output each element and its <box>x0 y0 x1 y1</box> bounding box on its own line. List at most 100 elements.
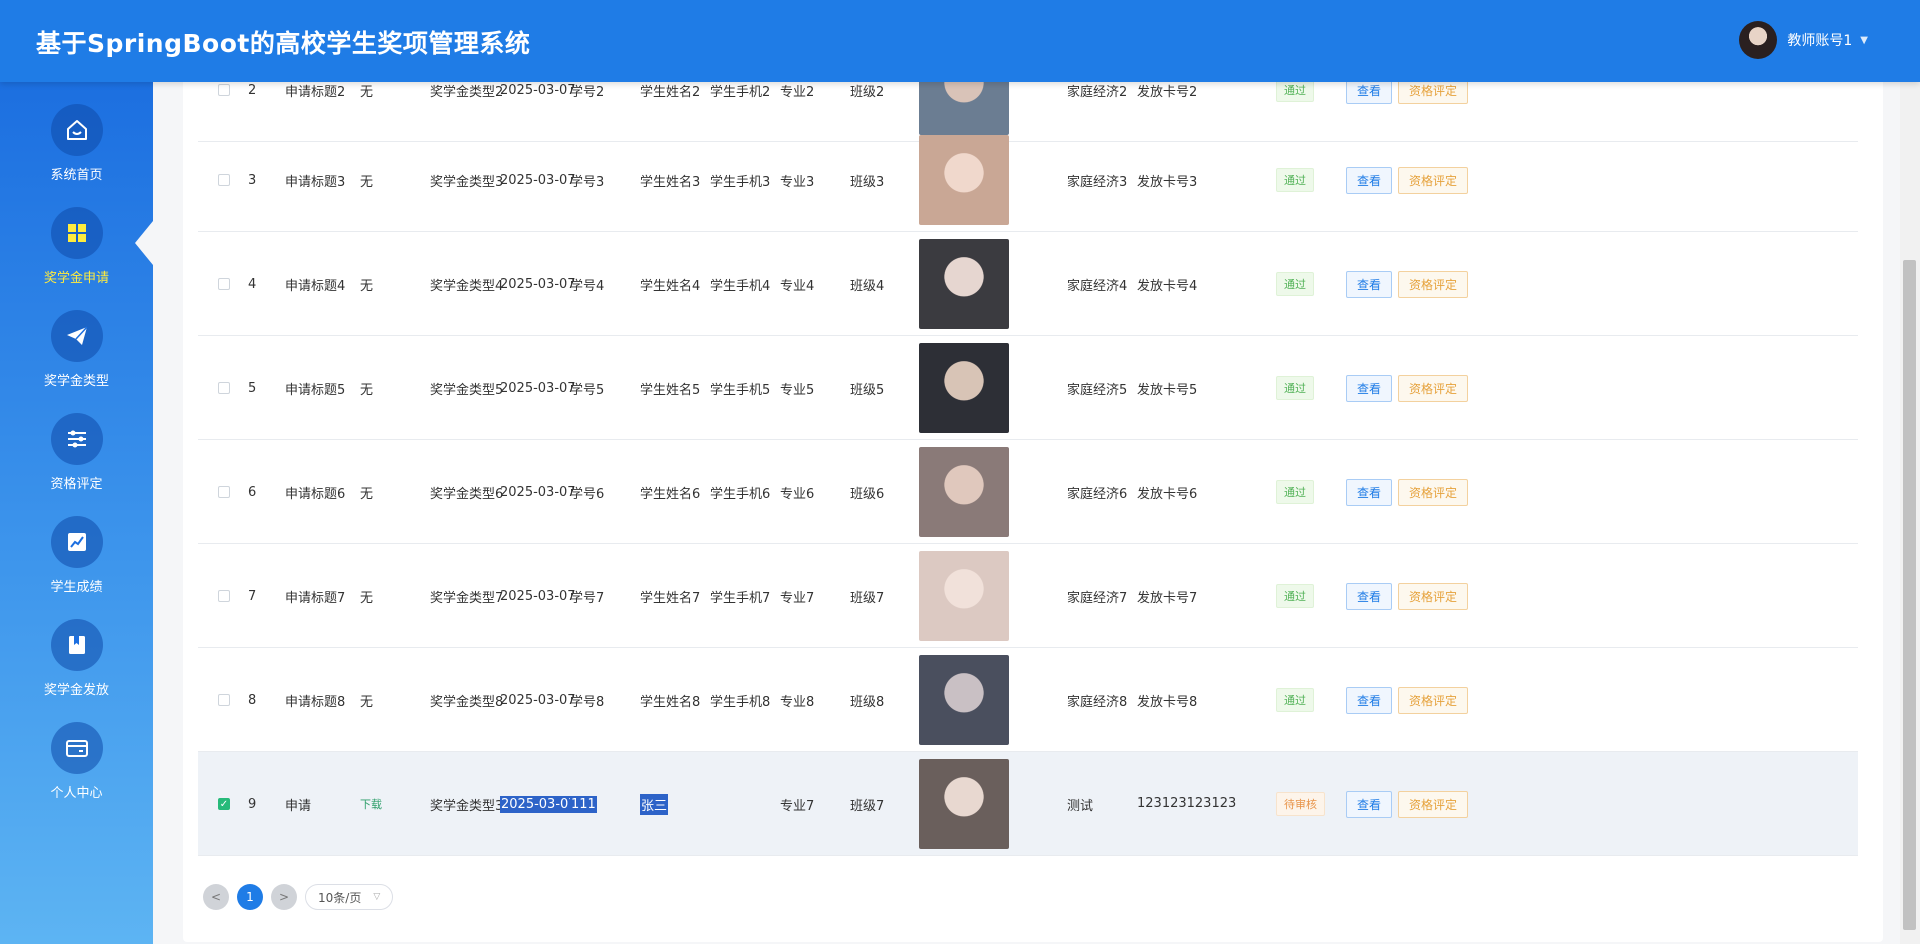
view-button[interactable]: 查看 <box>1346 82 1393 104</box>
name-text: 学生姓名7 <box>640 590 701 606</box>
view-button[interactable]: 查看 <box>1346 790 1393 818</box>
phone-cell: 学生手机4 <box>710 232 770 336</box>
phone-text: 学生手机2 <box>710 84 771 100</box>
status-badge: 通过 <box>1276 82 1314 102</box>
student-photo[interactable] <box>919 655 1009 745</box>
evaluate-button[interactable]: 资格评定 <box>1398 582 1469 610</box>
evaluate-button[interactable]: 资格评定 <box>1398 374 1469 402</box>
student-photo[interactable] <box>919 239 1009 329</box>
title-cell: 申请标题7 <box>285 544 345 648</box>
page-size-value: 10条/页 <box>318 890 362 905</box>
evaluate-button[interactable]: 资格评定 <box>1398 686 1469 714</box>
date-text: 2025-03-07 <box>500 484 576 500</box>
type-text: 奖学金类型8 <box>430 694 504 710</box>
evaluate-button[interactable]: 资格评定 <box>1398 790 1469 818</box>
view-button[interactable]: 查看 <box>1346 478 1393 506</box>
evaluate-button[interactable]: 资格评定 <box>1398 478 1469 506</box>
major-text: 专业4 <box>780 278 815 294</box>
table-row[interactable]: 6 申请标题6 无 奖学金类型6 2025-03-07 学号6 学生姓名6 学生手机6 专业6 班… <box>198 440 1858 544</box>
table-row[interactable]: 8 申请标题8 无 奖学金类型8 2025-03-07 学号8 学生姓名8 学生手机8 专业8 班… <box>198 648 1858 752</box>
sidebar-item-label: 系统首页 <box>50 168 103 183</box>
title-text: 申请标题5 <box>285 382 346 398</box>
sidebar-item-home[interactable]: 系统首页 <box>0 104 153 194</box>
date-text: 2025-03-07 <box>500 795 578 813</box>
type-text: 奖学金类型5 <box>430 382 504 398</box>
table-row[interactable]: 7 申请标题7 无 奖学金类型7 2025-03-07 学号7 学生姓名7 学生手机7 专业7 班… <box>198 544 1858 648</box>
student-photo[interactable] <box>919 551 1009 641</box>
sidebar-item-grades[interactable]: 学生成绩 <box>0 516 153 606</box>
date-cell: 2025-03-07 <box>500 128 576 232</box>
major-text: 专业7 <box>780 798 815 814</box>
download-link[interactable]: 下载 <box>360 796 382 812</box>
no-cell: 3 <box>248 128 256 232</box>
view-button[interactable]: 查看 <box>1346 270 1393 298</box>
file-cell: 无 <box>360 232 373 336</box>
no-cell: 7 <box>248 544 256 648</box>
user-menu[interactable]: 教师账号1 ▼ <box>1739 21 1868 59</box>
family-text: 家庭经济5 <box>1067 382 1128 398</box>
no-text: 4 <box>248 276 257 292</box>
no-cell: 5 <box>248 336 256 440</box>
card-text: 发放卡号3 <box>1137 174 1198 190</box>
name-text: 张三 <box>640 793 669 815</box>
photo-cell <box>919 752 1009 856</box>
row-checkbox[interactable] <box>218 694 230 706</box>
row-checkbox[interactable] <box>218 486 230 498</box>
table-row[interactable]: ✓ 9 申请 下载 奖学金类型3 2025-03-07 111 张三 专业7 班级7 测试 12312… <box>198 752 1858 856</box>
sidebar-item-scholarship-type[interactable]: 奖学金类型 <box>0 310 153 400</box>
page-size-select[interactable]: 10条/页 ▽ <box>305 884 394 910</box>
photo-cell <box>919 336 1009 440</box>
table-row[interactable]: 4 申请标题4 无 奖学金类型4 2025-03-07 学号4 学生姓名4 学生手机4 专业4 班… <box>198 232 1858 336</box>
sidebar-item-scholarship-apply[interactable]: 奖学金申请 <box>0 207 153 297</box>
next-page-button[interactable]: > <box>271 884 297 910</box>
scrollbar-thumb[interactable] <box>1903 260 1916 930</box>
name-cell: 学生姓名6 <box>640 440 700 544</box>
name-text: 学生姓名4 <box>640 278 701 294</box>
sidebar: 系统首页 奖学金申请 奖学金类型 资格评定 学生成绩 奖学金发放 个人中心 <box>0 82 153 944</box>
student-photo[interactable] <box>919 759 1009 849</box>
student-photo[interactable] <box>919 447 1009 537</box>
family-cell: 家庭经济5 <box>1067 336 1127 440</box>
view-button[interactable]: 查看 <box>1346 166 1393 194</box>
title-text: 申请 <box>285 798 312 814</box>
page-1-button[interactable]: 1 <box>237 884 263 910</box>
type-cell: 奖学金类型3 <box>430 752 503 856</box>
file-cell: 无 <box>360 128 373 232</box>
phone-text: 学生手机3 <box>710 174 771 190</box>
view-button[interactable]: 查看 <box>1346 686 1393 714</box>
table-row[interactable]: 5 申请标题5 无 奖学金类型5 2025-03-07 学号5 学生姓名5 学生手机5 专业5 班… <box>198 336 1858 440</box>
sidebar-item-distribution[interactable]: 奖学金发放 <box>0 619 153 709</box>
sidebar-item-profile[interactable]: 个人中心 <box>0 722 153 812</box>
date-cell: 2025-03-07 <box>500 440 576 544</box>
view-button[interactable]: 查看 <box>1346 582 1393 610</box>
major-cell: 专业5 <box>780 336 814 440</box>
table-row[interactable]: 3 申请标题3 无 奖学金类型3 2025-03-07 学号3 学生姓名3 学生手机3 专业3 班… <box>198 128 1858 232</box>
view-button[interactable]: 查看 <box>1346 374 1393 402</box>
sidebar-item-qualification[interactable]: 资格评定 <box>0 413 153 503</box>
row-checkbox[interactable] <box>218 590 230 602</box>
paper-plane-icon <box>50 310 103 362</box>
student-photo[interactable] <box>919 135 1009 225</box>
student-photo[interactable] <box>919 343 1009 433</box>
name-cell: 学生姓名5 <box>640 336 700 440</box>
file-text: 无 <box>360 590 374 606</box>
row-checkbox[interactable] <box>218 174 230 186</box>
row-checkbox[interactable] <box>218 84 230 96</box>
chart-icon <box>50 516 103 568</box>
name-cell: 学生姓名7 <box>640 544 700 648</box>
sid-text: 学号4 <box>570 278 605 294</box>
cls-cell: 班级7 <box>850 752 884 856</box>
checkbox-cell: ✓ <box>218 752 230 856</box>
active-indicator <box>135 221 153 265</box>
evaluate-button[interactable]: 资格评定 <box>1398 82 1469 104</box>
family-cell: 家庭经济3 <box>1067 128 1127 232</box>
prev-page-button[interactable]: < <box>203 884 229 910</box>
no-text: 3 <box>248 172 257 188</box>
status-cell: 通过 <box>1276 336 1314 440</box>
row-checkbox[interactable] <box>218 278 230 290</box>
row-checkbox[interactable]: ✓ <box>218 798 230 810</box>
major-cell: 专业7 <box>780 752 814 856</box>
row-checkbox[interactable] <box>218 382 230 394</box>
evaluate-button[interactable]: 资格评定 <box>1398 166 1469 194</box>
evaluate-button[interactable]: 资格评定 <box>1398 270 1469 298</box>
